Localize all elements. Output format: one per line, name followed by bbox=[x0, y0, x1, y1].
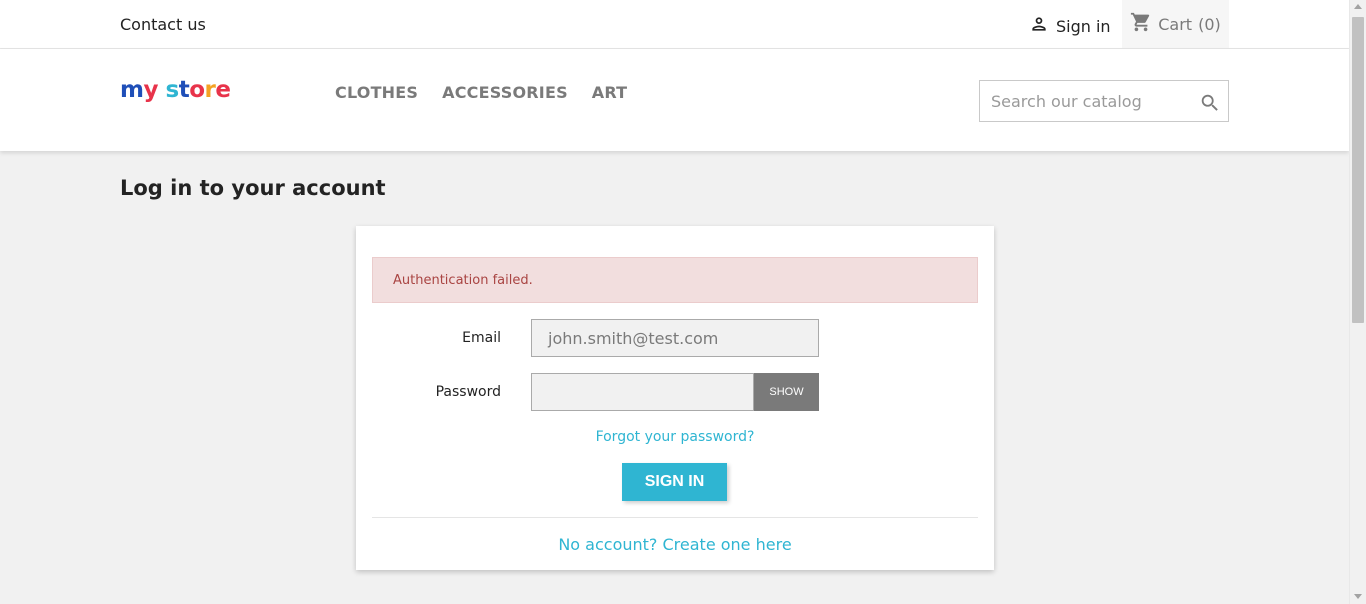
search-box bbox=[979, 80, 1229, 122]
top-bar: Contact us Sign in Cart (0) bbox=[0, 0, 1349, 49]
main-nav: CLOTHES ACCESSORIES ART bbox=[335, 83, 627, 102]
password-label: Password bbox=[435, 384, 501, 400]
nav-item-clothes[interactable]: CLOTHES bbox=[335, 83, 418, 102]
contact-us-link[interactable]: Contact us bbox=[120, 15, 206, 34]
scroll-down-arrow-icon[interactable] bbox=[1354, 594, 1362, 599]
forgot-password-link[interactable]: Forgot your password? bbox=[356, 429, 994, 445]
login-card: Authentication failed. Email john.smith@… bbox=[356, 226, 994, 570]
page: Contact us Sign in Cart (0) my store CLO… bbox=[0, 0, 1349, 604]
sign-in-link[interactable]: Sign in bbox=[1029, 14, 1111, 38]
sign-in-button[interactable]: SIGN IN bbox=[622, 463, 727, 501]
error-alert: Authentication failed. bbox=[372, 257, 978, 303]
scroll-thumb[interactable] bbox=[1352, 17, 1364, 323]
email-value: john.smith@test.com bbox=[548, 328, 719, 348]
page-title: Log in to your account bbox=[120, 176, 386, 200]
password-field[interactable] bbox=[531, 373, 754, 411]
nav-item-art[interactable]: ART bbox=[592, 83, 628, 102]
divider bbox=[372, 517, 978, 518]
scroll-up-arrow-icon[interactable] bbox=[1354, 4, 1362, 9]
vertical-scrollbar[interactable] bbox=[1349, 0, 1366, 604]
cart-icon bbox=[1130, 11, 1152, 37]
nav-item-accessories[interactable]: ACCESSORIES bbox=[442, 83, 568, 102]
store-logo[interactable]: my store bbox=[120, 77, 231, 103]
cart-label: Cart bbox=[1158, 14, 1193, 34]
email-field[interactable]: john.smith@test.com bbox=[531, 319, 819, 357]
cart-button[interactable]: Cart (0) bbox=[1122, 0, 1229, 48]
email-label: Email bbox=[462, 330, 501, 346]
person-icon bbox=[1029, 14, 1049, 38]
cart-count: (0) bbox=[1198, 14, 1221, 34]
sign-in-label: Sign in bbox=[1056, 16, 1111, 36]
search-input[interactable] bbox=[980, 81, 1190, 121]
search-icon[interactable] bbox=[1199, 92, 1221, 114]
show-password-button[interactable]: SHOW bbox=[754, 373, 819, 411]
header: my store CLOTHES ACCESSORIES ART bbox=[0, 49, 1349, 151]
create-account-link[interactable]: No account? Create one here bbox=[356, 535, 994, 554]
